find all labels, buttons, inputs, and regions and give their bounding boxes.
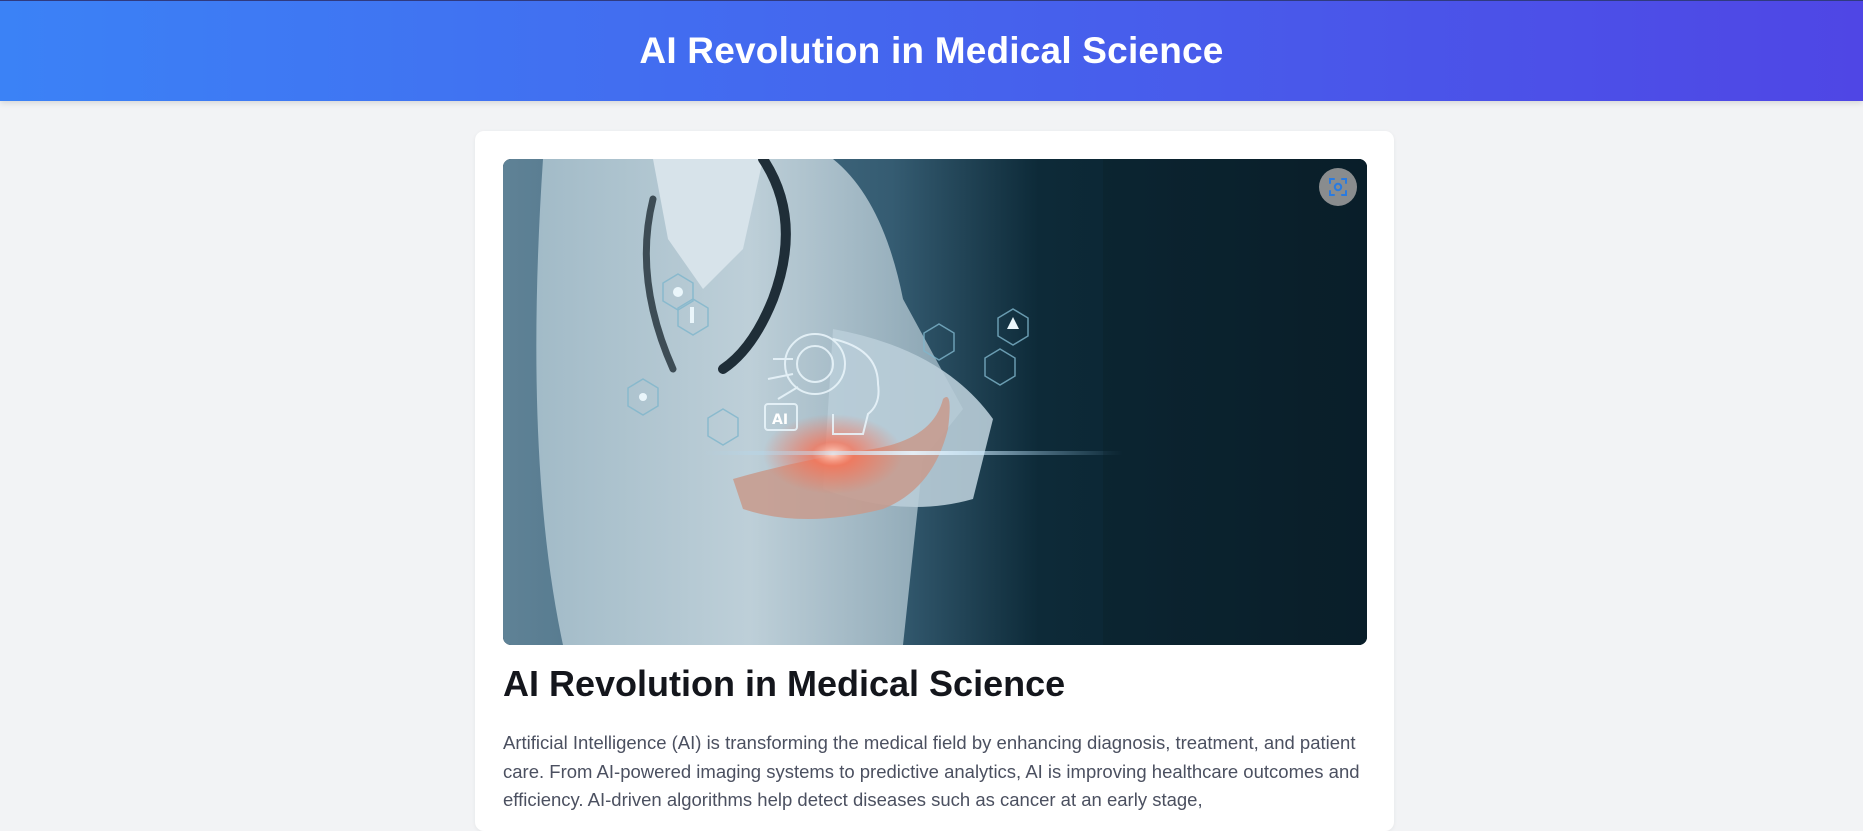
fullscreen-button[interactable] xyxy=(1319,168,1357,206)
page-header: AI Revolution in Medical Science xyxy=(0,0,1863,101)
header-title: AI Revolution in Medical Science xyxy=(639,30,1224,71)
fullscreen-icon xyxy=(1329,178,1347,196)
article-title: AI Revolution in Medical Science xyxy=(503,663,1066,704)
hero-image[interactable]: AI xyxy=(503,159,1367,645)
article-body: Artificial Intelligence (AI) is transfor… xyxy=(503,732,1360,810)
svg-text:AI: AI xyxy=(772,412,788,428)
article-card: AI AI Revolution in Medical Science Arti… xyxy=(475,131,1394,831)
hero-illustration: AI xyxy=(503,159,1367,645)
